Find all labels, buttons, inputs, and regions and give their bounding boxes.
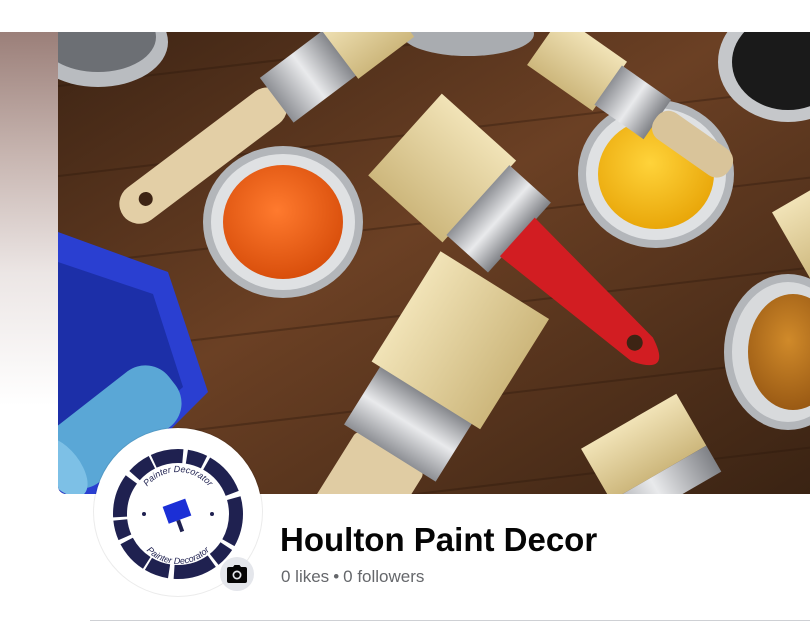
page-stats: 0 likes • 0 followers: [281, 566, 424, 588]
update-profile-picture-button[interactable]: [220, 557, 254, 591]
cover-photo-image: [58, 32, 810, 494]
side-gradient: [0, 32, 58, 472]
page-header: Painter Decorator Painter Decorator Houl…: [0, 0, 810, 624]
likes-link[interactable]: 0 likes: [281, 567, 329, 586]
stats-separator: •: [333, 567, 340, 586]
header-divider: [90, 620, 810, 621]
camera-icon: [227, 565, 247, 583]
cover-photo[interactable]: [58, 32, 810, 494]
followers-link[interactable]: 0 followers: [343, 567, 424, 586]
page-title: Houlton Paint Decor: [280, 521, 598, 558]
